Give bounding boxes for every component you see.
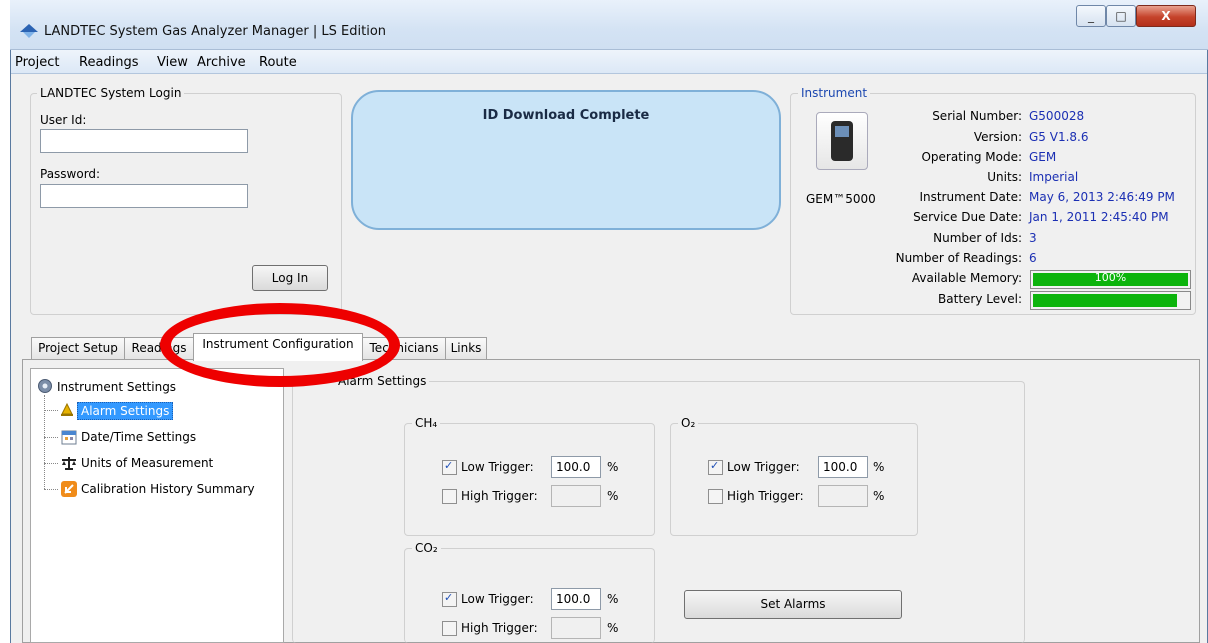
- o2-high-unit: %: [873, 489, 885, 503]
- log-in-button[interactable]: Log In: [252, 265, 328, 291]
- tab-links[interactable]: Links: [445, 337, 487, 360]
- co2-high-trigger-input[interactable]: [551, 617, 601, 639]
- o2-title: O₂: [678, 416, 699, 430]
- tab-project-setup[interactable]: Project Setup: [31, 337, 125, 360]
- battery-level-label: Battery Level:: [938, 292, 1022, 306]
- version-value: G5 V1.8.6: [1029, 130, 1089, 144]
- tree-item-date-time-settings[interactable]: Date/Time Settings: [81, 430, 196, 444]
- co2-title: CO₂: [412, 541, 441, 555]
- highlight-annotation: [160, 303, 400, 387]
- o2-high-trigger-checkbox[interactable]: [708, 489, 723, 504]
- available-memory-text: 100%: [1094, 271, 1127, 284]
- ch4-high-trigger-label: High Trigger:: [461, 489, 538, 503]
- ch4-high-trigger-input[interactable]: [551, 485, 601, 507]
- menu-project[interactable]: Project: [15, 55, 59, 70]
- o2-high-trigger-label: High Trigger:: [727, 489, 804, 503]
- co2-high-unit: %: [607, 621, 619, 635]
- ch4-group: [404, 423, 655, 536]
- co2-low-trigger-input[interactable]: 100.0: [551, 588, 601, 610]
- o2-group: [670, 423, 918, 536]
- maximize-button[interactable]: □: [1106, 5, 1136, 27]
- tree-item-instrument-settings[interactable]: Instrument Settings: [57, 380, 176, 394]
- set-alarms-button[interactable]: Set Alarms: [684, 590, 902, 619]
- minimize-button[interactable]: _: [1076, 5, 1106, 27]
- instrument-date-label: Instrument Date:: [919, 190, 1022, 204]
- password-input[interactable]: [40, 184, 248, 208]
- version-label: Version:: [973, 130, 1022, 144]
- ch4-title: CH₄: [412, 416, 441, 430]
- scale-icon: [62, 457, 76, 470]
- ch4-low-trigger-input[interactable]: 100.0: [551, 456, 601, 478]
- o2-high-trigger-input[interactable]: [818, 485, 868, 507]
- co2-low-unit: %: [607, 592, 619, 606]
- ch4-high-unit: %: [607, 489, 619, 503]
- tree-item-units-of-measurement[interactable]: Units of Measurement: [81, 456, 213, 470]
- battery-level-bar: [1030, 291, 1191, 310]
- service-due-date-label: Service Due Date:: [913, 210, 1022, 224]
- settings-tree: Instrument Settings Alarm Settings Date/…: [30, 368, 284, 643]
- ch4-low-unit: %: [607, 460, 619, 474]
- battery-level-fill: [1033, 294, 1178, 307]
- o2-low-trigger-checkbox[interactable]: [708, 459, 723, 475]
- available-memory-label: Available Memory:: [911, 271, 1022, 285]
- menu-view[interactable]: View: [157, 55, 188, 70]
- close-button[interactable]: X: [1136, 5, 1196, 27]
- number-of-readings-value: 6: [1029, 251, 1037, 265]
- ch4-high-trigger-checkbox[interactable]: [442, 489, 457, 504]
- calibration-icon: [61, 481, 77, 497]
- service-due-date-value: Jan 1, 2011 2:45:40 PM: [1029, 210, 1169, 224]
- instrument-date-value: May 6, 2013 2:46:49 PM: [1029, 190, 1175, 204]
- window-title: LANDTEC System Gas Analyzer Manager | LS…: [44, 24, 387, 39]
- tree-item-alarm-settings[interactable]: Alarm Settings: [77, 402, 174, 420]
- ch4-low-trigger-label: Low Trigger:: [461, 460, 534, 474]
- serial-number-label: Serial Number:: [932, 109, 1022, 123]
- ch4-low-trigger-checkbox[interactable]: [442, 459, 457, 475]
- user-id-input[interactable]: [40, 129, 248, 153]
- status-message: ID Download Complete: [482, 108, 650, 123]
- menu-bar: Project Readings View Archive Route: [11, 50, 1207, 74]
- o2-low-unit: %: [873, 460, 885, 474]
- available-memory-bar: 100%: [1030, 270, 1191, 289]
- password-label: Password:: [40, 167, 101, 181]
- login-group-title: LANDTEC System Login: [37, 86, 185, 100]
- o2-low-trigger-label: Low Trigger:: [727, 460, 800, 474]
- set-alarms-button-label: Set Alarms: [760, 597, 826, 611]
- gear-icon: [38, 379, 52, 393]
- units-label: Units:: [987, 170, 1022, 184]
- operating-mode-label: Operating Mode:: [921, 150, 1022, 164]
- menu-readings[interactable]: Readings: [79, 55, 139, 70]
- co2-high-trigger-checkbox[interactable]: [442, 621, 457, 636]
- number-of-ids-value: 3: [1029, 231, 1037, 245]
- number-of-ids-label: Number of Ids:: [933, 231, 1022, 245]
- co2-high-trigger-label: High Trigger:: [461, 621, 538, 635]
- user-id-label: User Id:: [40, 113, 87, 127]
- tree-item-calibration-history-summary[interactable]: Calibration History Summary: [81, 482, 255, 496]
- co2-low-trigger-label: Low Trigger:: [461, 592, 534, 606]
- app-logo-icon: [20, 24, 38, 38]
- co2-low-trigger-checkbox[interactable]: [442, 591, 457, 607]
- operating-mode-value: GEM: [1029, 150, 1057, 164]
- calendar-icon: [61, 430, 77, 445]
- o2-low-trigger-input[interactable]: 100.0: [818, 456, 868, 478]
- number-of-readings-label: Number of Readings:: [895, 251, 1022, 265]
- menu-route[interactable]: Route: [259, 55, 297, 70]
- serial-number-value: G500028: [1029, 109, 1085, 123]
- menu-archive[interactable]: Archive: [197, 55, 246, 70]
- bell-icon: [61, 402, 73, 416]
- log-in-button-label: Log In: [271, 271, 309, 285]
- instrument-group-title: Instrument: [798, 86, 871, 100]
- units-value: Imperial: [1029, 170, 1079, 184]
